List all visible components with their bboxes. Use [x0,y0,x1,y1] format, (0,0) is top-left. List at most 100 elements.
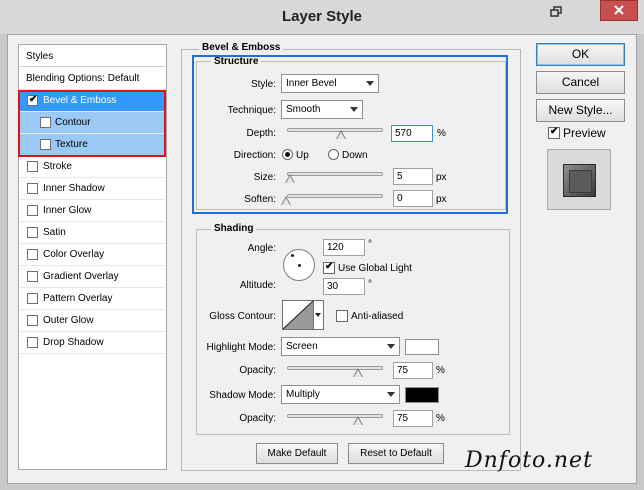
style-preview-thumbnail [547,149,611,210]
soften-input[interactable]: 0 [393,190,433,207]
shadow-opacity-input[interactable]: 75 [393,410,433,427]
shadow-opacity-label: Opacity: [239,413,276,424]
size-input[interactable]: 5 [393,168,433,185]
gloss-contour-picker[interactable] [282,300,314,330]
direction-down-radio[interactable] [328,149,339,160]
chevron-down-icon [350,107,358,112]
outer-glow-checkbox[interactable] [27,315,38,326]
preview-bevel-square [563,164,596,197]
angle-unit: ° [368,239,372,250]
soften-slider-track[interactable] [287,194,383,198]
shadow-color-swatch[interactable] [405,387,439,403]
styles-header[interactable]: Styles [20,46,165,67]
angle-dial[interactable] [283,249,315,281]
style-item-drop-shadow[interactable]: Drop Shadow [20,332,165,354]
chevron-down-icon [366,81,374,86]
satin-checkbox[interactable] [27,227,38,238]
style-item-label: Color Overlay [43,249,105,260]
highlight-opacity-thumb[interactable] [353,368,363,377]
direction-down-label: Down [342,150,368,161]
preview-label: Preview [563,126,606,140]
angle-input[interactable]: 120 [323,239,365,256]
depth-label: Depth: [246,128,276,139]
preview-checkbox[interactable]: ✔ [548,126,560,139]
cancel-button[interactable]: Cancel [536,71,625,94]
highlight-color-swatch[interactable] [405,339,439,355]
style-item-color-overlay[interactable]: Color Overlay [20,244,165,266]
style-item-satin[interactable]: Satin [20,222,165,244]
angle-dial-handle [291,254,294,257]
style-item-inner-shadow[interactable]: Inner Shadow [20,178,165,200]
inner-glow-checkbox[interactable] [27,205,38,216]
checkmark-icon: ✔ [325,261,334,272]
gloss-contour-label: Gloss Contour: [209,311,276,322]
shadow-opacity-unit: % [436,413,445,424]
reset-to-default-button[interactable]: Reset to Default [348,443,444,464]
style-item-label: Gradient Overlay [43,271,119,282]
soften-slider-thumb[interactable] [281,196,291,205]
shadow-mode-select[interactable]: Multiply [281,385,400,404]
size-slider-track[interactable] [287,172,383,176]
technique-select[interactable]: Smooth [281,100,363,119]
angle-label: Angle: [247,243,276,254]
altitude-unit: ° [368,279,372,290]
style-item-label: Outer Glow [43,315,94,326]
highlight-annotation-red [18,90,166,157]
shadow-opacity-track[interactable] [287,414,383,418]
style-item-stroke[interactable]: Stroke [20,156,165,178]
altitude-label: Altitude: [239,280,276,291]
highlight-opacity-unit: % [436,365,445,376]
anti-aliased-checkbox[interactable] [336,310,348,322]
stroke-checkbox[interactable] [27,161,38,172]
shading-title: Shading [211,223,257,234]
size-slider-thumb[interactable] [285,174,295,183]
soften-label: Soften: [244,194,276,205]
anti-aliased-label: Anti-aliased [351,311,404,322]
depth-slider-thumb[interactable] [336,130,346,139]
drop-shadow-checkbox[interactable] [27,337,38,348]
style-label: Style: [250,79,276,90]
style-select-value: Inner Bevel [286,78,337,89]
highlight-opacity-input[interactable]: 75 [393,362,433,379]
gloss-contour-dropdown[interactable] [314,300,324,330]
checkmark-icon: ✔ [550,126,559,137]
color-overlay-checkbox[interactable] [27,249,38,260]
angle-dial-center [298,264,301,267]
technique-select-value: Smooth [286,104,321,115]
direction-up-radio[interactable] [282,149,293,160]
style-item-label: Stroke [43,161,72,172]
highlight-opacity-track[interactable] [287,366,383,370]
style-item-gradient-overlay[interactable]: Gradient Overlay [20,266,165,288]
inner-shadow-checkbox[interactable] [27,183,38,194]
depth-input[interactable]: 570 [391,125,433,142]
style-item-pattern-overlay[interactable]: Pattern Overlay [20,288,165,310]
use-global-light-checkbox[interactable]: ✔ [323,261,335,274]
style-item-outer-glow[interactable]: Outer Glow [20,310,165,332]
watermark-signature: Dnfoto.net [465,448,593,473]
blending-options-item[interactable]: Blending Options: Default [20,68,165,90]
ok-button[interactable]: OK [536,43,625,66]
direction-up-label: Up [296,150,309,161]
style-item-label: Inner Shadow [43,183,105,194]
style-item-inner-glow[interactable]: Inner Glow [20,200,165,222]
close-icon[interactable] [600,0,638,21]
pattern-overlay-checkbox[interactable] [27,293,38,304]
gradient-overlay-checkbox[interactable] [27,271,38,282]
altitude-input[interactable]: 30 [323,278,365,295]
chevron-down-icon [387,344,395,349]
make-default-button[interactable]: Make Default [256,443,338,464]
size-unit: px [436,172,447,183]
highlight-mode-select[interactable]: Screen [281,337,400,356]
chevron-down-icon [387,392,395,397]
new-style-button[interactable]: New Style... [536,99,625,122]
depth-unit: % [437,128,446,139]
shadow-opacity-thumb[interactable] [353,416,363,425]
shadow-mode-value: Multiply [286,389,320,400]
depth-slider-track[interactable] [287,128,383,132]
restore-icon[interactable] [548,5,565,19]
style-item-label: Inner Glow [43,205,92,216]
soften-unit: px [436,194,447,205]
contour-linear-icon [283,301,313,329]
style-select[interactable]: Inner Bevel [281,74,379,93]
highlight-mode-value: Screen [286,341,318,352]
